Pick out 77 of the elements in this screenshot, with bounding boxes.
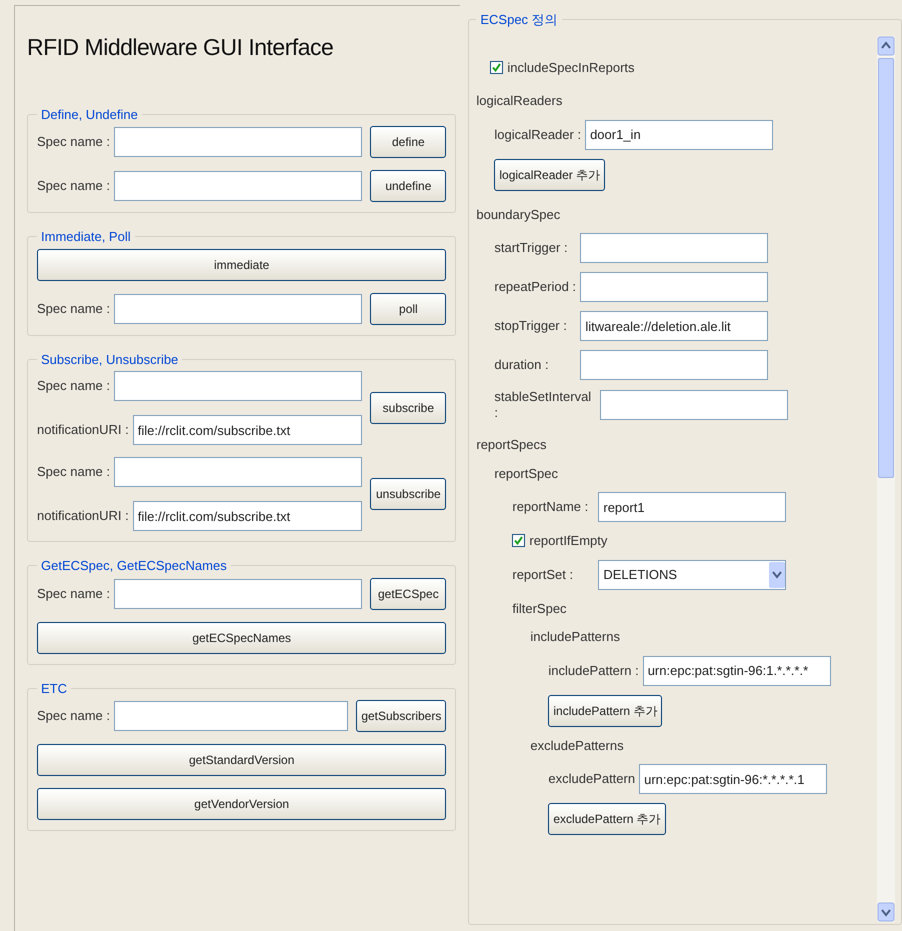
text-field[interactable]: file://rclit.com/subscribe.txt — [132, 415, 362, 445]
group-title: Immediate, Poll — [40, 228, 132, 246]
action-button[interactable]: getSubscribers — [356, 700, 446, 732]
group-title: ETC — [40, 680, 68, 698]
group-title: Define, Undefine — [40, 106, 139, 124]
field-label: duration : — [494, 357, 550, 373]
field-label: Spec name : — [37, 584, 110, 603]
action-button[interactable]: immediate — [37, 248, 446, 280]
checkbox-label: includeSpecInReports — [507, 58, 635, 77]
text-field[interactable] — [580, 272, 768, 302]
text-field[interactable]: door1_in — [585, 120, 774, 150]
field-label: notificationURI : — [37, 507, 129, 526]
field-label: reportSet : — [512, 566, 574, 584]
field-label: notificationURI : — [37, 421, 129, 440]
app-title: RFID Middleware GUI Interface — [27, 33, 334, 62]
section-heading: logicalReaders — [476, 92, 564, 110]
section-heading: excludePatterns — [530, 736, 625, 754]
field-label: stopTrigger : — [494, 318, 568, 334]
check-icon — [514, 536, 524, 546]
check-icon — [492, 62, 502, 72]
field-label: Spec name : — [37, 463, 110, 482]
group-title: GetECSpec, GetECSpecNames — [40, 557, 228, 575]
dropdown[interactable]: DELETIONS — [598, 560, 786, 590]
action-button[interactable]: getECSpecNames — [37, 622, 446, 654]
field-label: Spec name : — [37, 300, 110, 318]
text-field[interactable] — [114, 371, 362, 401]
group-title: ECSpec 정의 — [479, 11, 559, 29]
scroll-up-icon[interactable] — [877, 36, 895, 56]
text-field[interactable]: litwareale://deletion.ale.lit — [580, 311, 768, 341]
scroll-thumb[interactable] — [878, 58, 894, 478]
field-label: excludePattern — [548, 771, 636, 787]
add-button[interactable]: excludePattern 추가 — [548, 803, 666, 835]
text-field[interactable]: urn:epc:pat:sgtin-96:1.*.*.*.* — [642, 656, 831, 686]
action-button[interactable]: define — [370, 126, 446, 158]
add-button[interactable]: logicalReader 추가 — [494, 158, 606, 190]
field-label: includePattern : — [548, 662, 640, 678]
field-label: logicalReader : — [494, 126, 582, 142]
text-field[interactable]: report1 — [598, 492, 786, 522]
field-label: stableSetInterval : — [494, 389, 592, 421]
text-field[interactable] — [600, 390, 788, 420]
action-button[interactable]: getECSpec — [370, 578, 446, 610]
section-heading: includePatterns — [530, 628, 621, 646]
checkbox[interactable] — [490, 60, 504, 74]
action-button[interactable]: poll — [370, 292, 446, 324]
scrollbar[interactable] — [877, 36, 895, 922]
action-button[interactable]: undefine — [370, 170, 446, 202]
field-label: reportName : — [512, 499, 590, 515]
text-field[interactable] — [580, 233, 768, 263]
text-field[interactable] — [114, 701, 348, 731]
text-field[interactable] — [114, 127, 362, 157]
action-button[interactable]: unsubscribe — [370, 478, 446, 510]
text-field[interactable]: file://rclit.com/subscribe.txt — [132, 501, 362, 531]
section-heading: reportSpec — [494, 464, 559, 483]
action-button[interactable]: getStandardVersion — [37, 744, 446, 776]
field-label: startTrigger : — [494, 240, 569, 256]
action-button[interactable]: subscribe — [370, 392, 446, 424]
field-label: Spec name : — [37, 133, 110, 152]
group-title: Subscribe, Unsubscribe — [40, 350, 180, 368]
text-field[interactable] — [114, 294, 362, 324]
text-field[interactable] — [114, 171, 362, 201]
section-heading: filterSpec — [512, 600, 568, 618]
section-heading: boundarySpec — [476, 206, 562, 224]
section-heading: reportSpecs — [476, 436, 548, 454]
checkbox[interactable] — [512, 534, 526, 548]
field-label: Spec name : — [37, 707, 110, 726]
text-field[interactable] — [580, 350, 768, 380]
text-field[interactable]: urn:epc:pat:sgtin-96:*.*.*.*.1 — [639, 764, 828, 794]
scroll-down-icon[interactable] — [877, 902, 895, 922]
checkbox-label: reportIfEmpty — [529, 532, 608, 550]
action-button[interactable]: getVendorVersion — [37, 788, 446, 820]
field-label: repeatPeriod : — [494, 279, 578, 295]
text-field[interactable] — [114, 578, 362, 608]
field-label: Spec name : — [37, 377, 110, 396]
chevron-down-icon — [769, 562, 786, 588]
text-field[interactable] — [114, 457, 362, 487]
field-label: Spec name : — [37, 177, 110, 196]
add-button[interactable]: includePattern 추가 — [548, 694, 662, 726]
